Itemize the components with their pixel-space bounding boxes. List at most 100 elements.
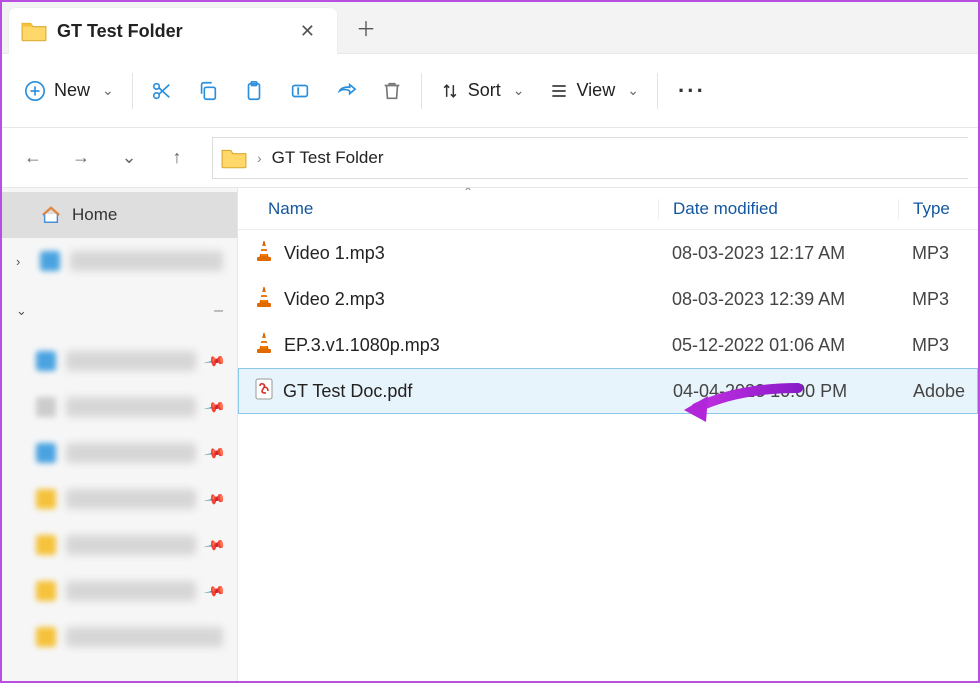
file-type: Adobe xyxy=(899,381,977,402)
close-tab-icon[interactable]: ✕ xyxy=(292,17,323,46)
trash-icon xyxy=(381,80,403,102)
blurred-icon xyxy=(36,581,56,601)
nav-bar: ← → ⌄ ↑ › GT Test Folder xyxy=(2,128,978,188)
folder-icon xyxy=(221,147,247,169)
sidebar-item-pinned[interactable]: 📌 xyxy=(2,568,237,614)
blurred-label xyxy=(66,581,196,601)
pin-icon: 📌 xyxy=(202,487,226,511)
vlc-icon xyxy=(254,332,274,359)
sort-button[interactable]: Sort ⌄ xyxy=(428,69,537,113)
up-button[interactable]: ↑ xyxy=(156,137,198,179)
home-icon xyxy=(40,205,62,225)
separator xyxy=(132,73,133,109)
new-label: New xyxy=(54,80,90,101)
column-header-date[interactable]: Date modified xyxy=(658,199,898,219)
file-explorer-window: GT Test Folder ✕ ＋ New ⌄ xyxy=(0,0,980,683)
vlc-icon xyxy=(254,286,274,313)
toolbar: New ⌄ Sort ⌄ View ⌄ xyxy=(2,54,978,128)
blurred-icon xyxy=(36,351,56,371)
sidebar-item-pinned[interactable]: 📌 xyxy=(2,522,237,568)
sidebar-item-blurred[interactable]: ⌄ – xyxy=(2,288,237,334)
file-row[interactable]: Video 2.mp308-03-2023 12:39 AMMP3 xyxy=(238,276,978,322)
blurred-icon xyxy=(36,443,56,463)
chevron-right-icon[interactable]: › xyxy=(16,254,30,269)
file-row[interactable]: GT Test Doc.pdf 04-04-2023 10:00 PMAdobe xyxy=(238,368,978,414)
sidebar-item-blurred[interactable]: › xyxy=(2,238,237,284)
sort-icon xyxy=(440,81,460,101)
new-button[interactable]: New ⌄ xyxy=(12,69,126,113)
breadcrumb-folder[interactable]: GT Test Folder xyxy=(272,148,384,168)
view-icon xyxy=(549,81,569,101)
pin-icon: 📌 xyxy=(202,441,226,465)
file-name: Video 1.mp3 xyxy=(284,243,385,264)
file-name: GT Test Doc.pdf xyxy=(283,381,412,402)
file-row[interactable]: EP.3.v1.1080p.mp3 05-12-2022 01:06 AMMP3 xyxy=(238,322,978,368)
copy-button[interactable] xyxy=(185,69,231,113)
chevron-down-icon[interactable]: ⌄ xyxy=(16,303,30,319)
share-icon xyxy=(335,80,357,102)
pin-icon: 📌 xyxy=(202,349,226,373)
vlc-icon xyxy=(254,240,274,267)
file-list-panel: ⌃ Name Date modified Type Video 1.mp3 08-… xyxy=(238,188,978,681)
column-headers: ⌃ Name Date modified Type xyxy=(238,188,978,230)
plus-circle-icon xyxy=(24,80,46,102)
file-date: 05-12-2022 01:06 AM xyxy=(658,335,898,356)
blurred-icon xyxy=(36,397,56,417)
blurred-label xyxy=(66,489,196,509)
tab-title: GT Test Folder xyxy=(57,21,282,42)
sidebar-item-pinned[interactable]: 📌 xyxy=(2,384,237,430)
tab-gt-test-folder[interactable]: GT Test Folder ✕ xyxy=(8,7,338,55)
file-list: Video 1.mp308-03-2023 12:17 AMMP3Video 2… xyxy=(238,230,978,681)
rename-button[interactable] xyxy=(277,69,323,113)
file-type: MP3 xyxy=(898,335,978,356)
file-date: 08-03-2023 12:39 AM xyxy=(658,289,898,310)
file-name: Video 2.mp3 xyxy=(284,289,385,310)
paste-icon xyxy=(243,80,265,102)
sidebar-item-home[interactable]: Home xyxy=(2,192,237,238)
view-label: View xyxy=(577,80,616,101)
sidebar-item-pinned[interactable]: 📌 xyxy=(2,430,237,476)
separator xyxy=(657,73,658,109)
back-button[interactable]: ← xyxy=(12,137,54,179)
file-row[interactable]: Video 1.mp3 08-03-2023 12:17 AMMP3 xyxy=(238,230,978,276)
view-button[interactable]: View ⌄ xyxy=(537,69,651,113)
pin-icon: 📌 xyxy=(202,395,226,419)
chevron-down-icon: ⌄ xyxy=(513,82,525,99)
breadcrumb[interactable]: › GT Test Folder xyxy=(212,137,968,179)
file-name: EP.3.v1.1080p.mp3 xyxy=(284,335,440,356)
pin-icon: 📌 xyxy=(202,579,226,603)
sidebar-item-pinned[interactable]: 📌 xyxy=(2,476,237,522)
chevron-down-icon: ⌄ xyxy=(627,82,639,99)
more-button[interactable]: ··· xyxy=(664,78,720,104)
file-type: MP3 xyxy=(898,243,978,264)
recent-button[interactable]: ⌄ xyxy=(108,137,150,179)
folder-icon xyxy=(21,20,47,42)
blurred-label xyxy=(66,443,196,463)
sidebar: Home › ⌄ – 📌 📌 📌 📌 📌 📌 xyxy=(2,188,238,681)
chevron-down-icon: ⌄ xyxy=(102,82,114,99)
sidebar-home-label: Home xyxy=(72,205,117,225)
new-tab-button[interactable]: ＋ xyxy=(344,6,388,50)
blurred-label xyxy=(66,397,196,417)
rename-icon xyxy=(289,80,311,102)
file-date: 08-03-2023 12:17 AM xyxy=(658,243,898,264)
delete-button[interactable] xyxy=(369,69,415,113)
sidebar-item-pinned[interactable] xyxy=(2,614,237,660)
blurred-label xyxy=(70,251,223,271)
scissors-icon xyxy=(151,80,173,102)
blurred-label xyxy=(66,351,196,371)
file-date: 04-04-2023 10:00 PM xyxy=(659,381,899,402)
share-button[interactable] xyxy=(323,69,369,113)
pdf-icon xyxy=(255,378,273,405)
blurred-icon xyxy=(36,627,56,647)
sidebar-item-pinned[interactable]: 📌 xyxy=(2,338,237,384)
column-header-type[interactable]: Type xyxy=(898,199,978,219)
pin-icon: 📌 xyxy=(202,533,226,557)
blurred-icon xyxy=(36,489,56,509)
column-header-name[interactable]: Name xyxy=(238,199,658,219)
blurred-icon xyxy=(40,251,60,271)
cut-button[interactable] xyxy=(139,69,185,113)
paste-button[interactable] xyxy=(231,69,277,113)
forward-button[interactable]: → xyxy=(60,137,102,179)
sort-label: Sort xyxy=(468,80,501,101)
